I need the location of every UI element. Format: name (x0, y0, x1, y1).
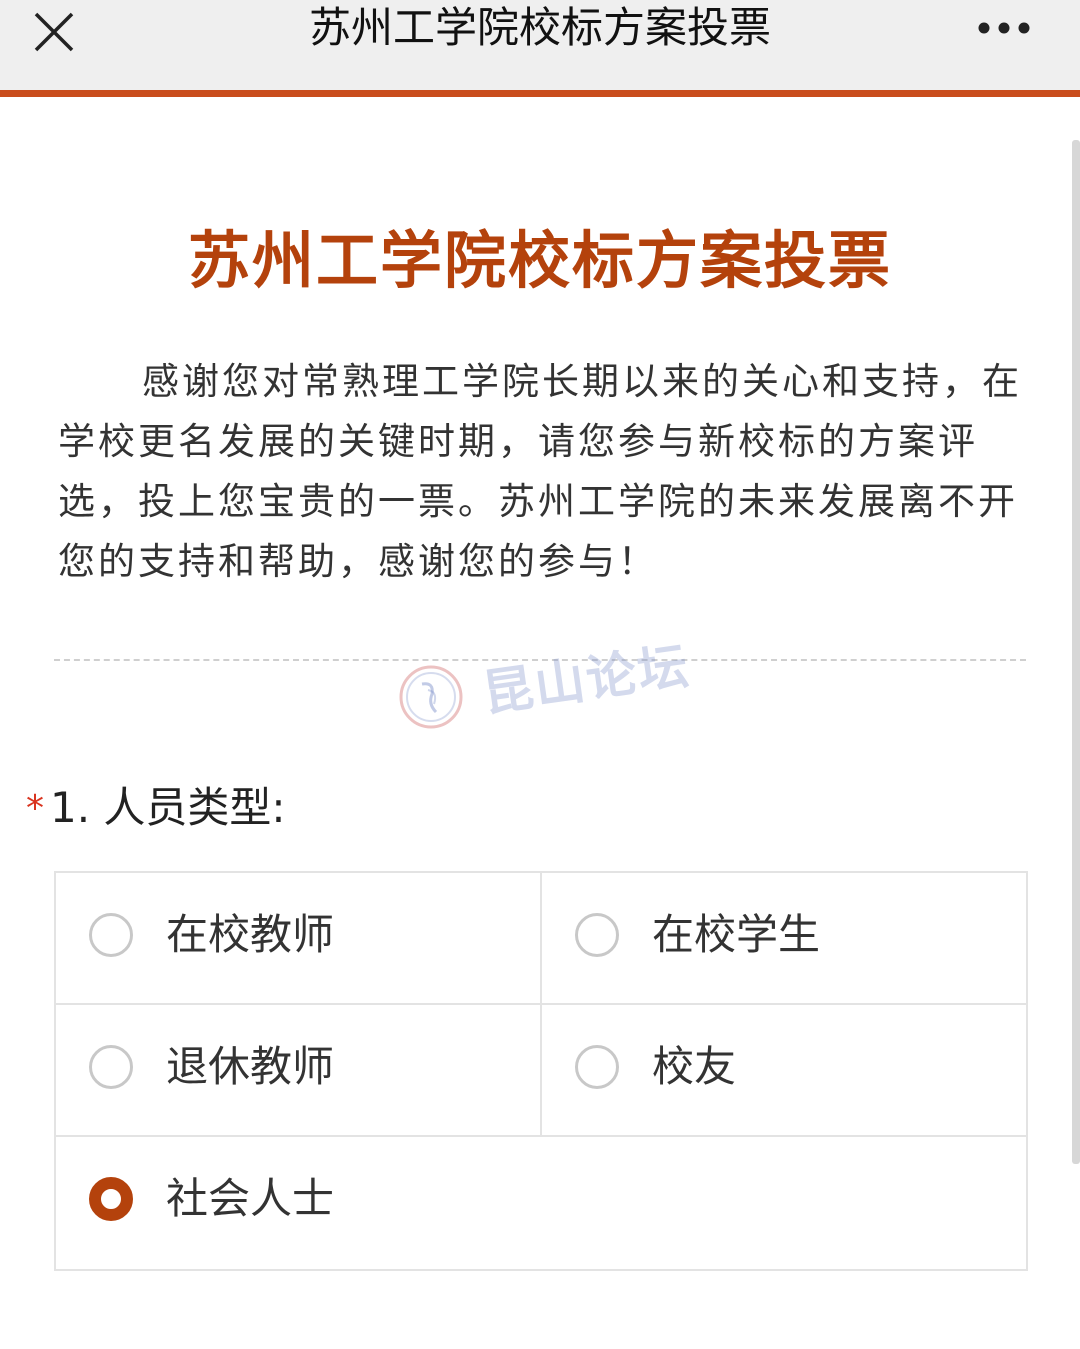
app-header: 苏州工学院校标方案投票 (0, 0, 1080, 97)
question-title: * 1. 人员类型: (26, 780, 286, 837)
option-public[interactable]: 社会人士 (56, 1137, 1026, 1269)
more-dots-icon (978, 22, 1030, 34)
forum-watermark: 昆山论坛 (398, 622, 698, 732)
watermark-text: 昆山论坛 (479, 635, 694, 724)
option-in-school-teacher[interactable]: 在校教师 (56, 873, 542, 1005)
watermark-logo-icon (399, 665, 463, 729)
option-in-school-student[interactable]: 在校学生 (542, 873, 1026, 1005)
radio-button[interactable] (89, 913, 133, 957)
option-alumni[interactable]: 校友 (542, 1005, 1026, 1137)
option-label: 社会人士 (166, 1174, 335, 1223)
option-label: 退休教师 (166, 1042, 335, 1091)
radio-button[interactable] (89, 1045, 133, 1089)
survey-intro: 感谢您对常熟理工学院长期以来的关心和支持，在学校更名发展的关键时期，请您参与新校… (58, 360, 1022, 583)
option-label: 在校教师 (166, 910, 335, 959)
required-mark: * (26, 788, 44, 829)
survey-heading: 苏州工学院校标方案投票 (187, 224, 892, 297)
option-retired-teacher[interactable]: 退休教师 (56, 1005, 542, 1137)
radio-button[interactable] (575, 913, 619, 957)
more-options-button[interactable] (976, 18, 1032, 38)
radio-button-selected[interactable] (89, 1177, 133, 1221)
radio-button[interactable] (575, 1045, 619, 1089)
question-label: 1. 人员类型: (50, 783, 286, 832)
header-title: 苏州工学院校标方案投票 (308, 3, 771, 52)
option-label: 在校学生 (652, 910, 821, 959)
option-label: 校友 (652, 1042, 737, 1091)
radio-option-grid: 在校教师 在校学生 退休教师 校友 社会人士 (54, 871, 1028, 1271)
